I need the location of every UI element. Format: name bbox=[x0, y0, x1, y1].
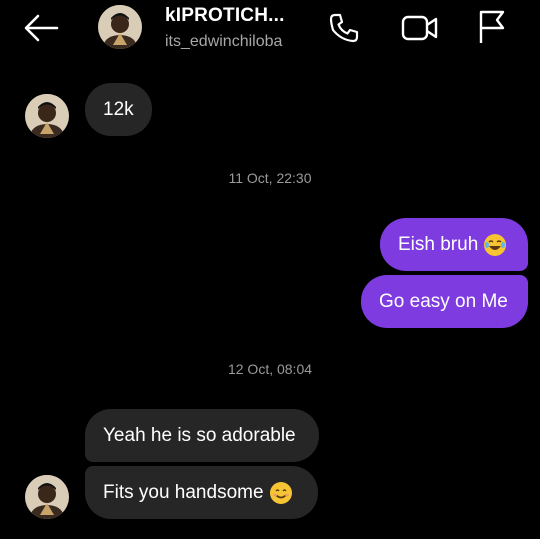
message-bubble-incoming[interactable]: Fits you handsome bbox=[85, 466, 318, 519]
video-camera-icon bbox=[401, 15, 438, 41]
contact-avatar[interactable] bbox=[98, 5, 142, 49]
smiling-face-emoji bbox=[269, 481, 292, 504]
call-button[interactable] bbox=[324, 8, 364, 48]
message-bubble-incoming[interactable]: 12k bbox=[85, 83, 152, 136]
contact-username[interactable]: its_edwinchiloba bbox=[165, 33, 282, 51]
sender-avatar[interactable] bbox=[25, 475, 69, 519]
message-text: Fits you handsome bbox=[103, 481, 264, 503]
flag-icon bbox=[479, 10, 505, 43]
message-bubble-incoming[interactable]: Yeah he is so adorable bbox=[85, 409, 319, 462]
laughing-tears-emoji bbox=[484, 233, 507, 256]
back-arrow-icon bbox=[24, 14, 59, 42]
message-text: Go easy on Me bbox=[379, 290, 508, 312]
avatar-photo bbox=[25, 475, 69, 519]
avatar-photo bbox=[25, 94, 69, 138]
message-text: 12k bbox=[103, 98, 134, 120]
phone-icon bbox=[329, 13, 359, 43]
sender-avatar[interactable] bbox=[25, 94, 69, 138]
chat-header: kIPROTICH... its_edwinchiloba bbox=[0, 0, 540, 64]
message-timestamp: 11 Oct, 22:30 bbox=[228, 170, 312, 186]
back-button[interactable] bbox=[18, 10, 64, 46]
avatar-photo bbox=[98, 5, 142, 49]
video-call-button[interactable] bbox=[399, 8, 441, 48]
message-bubble-outgoing[interactable]: Go easy on Me bbox=[361, 275, 528, 328]
message-bubble-outgoing[interactable]: Eish bruh bbox=[380, 218, 528, 271]
message-text: Eish bruh bbox=[398, 233, 479, 255]
message-text: Yeah he is so adorable bbox=[103, 424, 296, 446]
contact-name[interactable]: kIPROTICH... bbox=[165, 5, 285, 27]
message-timestamp: 12 Oct, 08:04 bbox=[227, 361, 313, 377]
report-button[interactable] bbox=[472, 6, 512, 48]
